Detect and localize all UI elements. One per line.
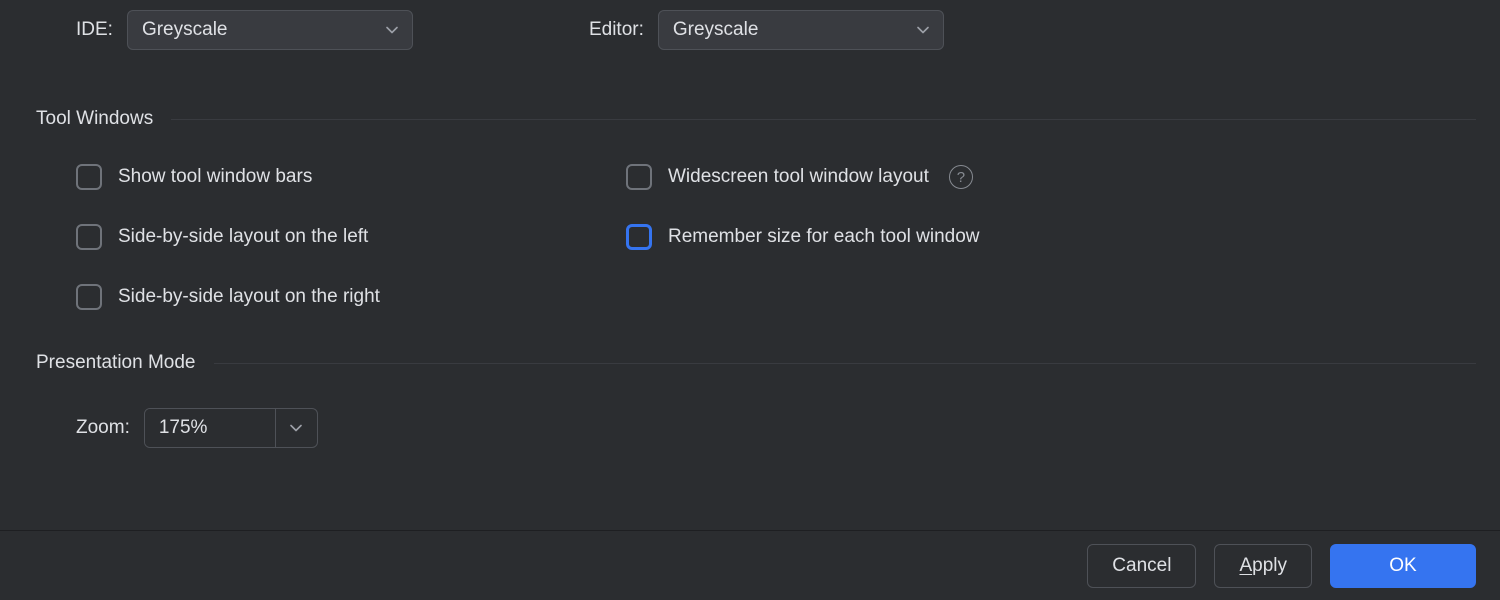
show-tool-window-bars-checkbox[interactable]: Show tool window bars: [76, 164, 626, 190]
button-label: Cancel: [1112, 555, 1171, 577]
checkbox-label: Side-by-side layout on the left: [118, 226, 368, 248]
zoom-input[interactable]: 175%: [145, 409, 275, 447]
button-label: OK: [1389, 555, 1416, 577]
button-label: Apply: [1239, 555, 1287, 577]
dialog-footer: Cancel Apply OK: [0, 530, 1500, 600]
cancel-button[interactable]: Cancel: [1087, 544, 1196, 588]
help-icon[interactable]: ?: [949, 165, 973, 189]
ok-button[interactable]: OK: [1330, 544, 1476, 588]
checkbox-icon: [626, 164, 652, 190]
ide-label: IDE:: [76, 19, 113, 41]
remember-size-checkbox[interactable]: Remember size for each tool window: [626, 224, 980, 250]
checkbox-icon: [626, 224, 652, 250]
zoom-label: Zoom:: [76, 417, 130, 439]
ide-select-value: Greyscale: [142, 19, 228, 41]
presentation-mode-title: Presentation Mode: [36, 352, 196, 374]
chevron-down-icon: [288, 420, 304, 436]
editor-select-value: Greyscale: [673, 19, 759, 41]
zoom-combo[interactable]: 175%: [144, 408, 318, 448]
zoom-value: 175%: [159, 417, 208, 439]
checkbox-label: Remember size for each tool window: [668, 226, 980, 248]
checkbox-icon: [76, 224, 102, 250]
ide-select[interactable]: Greyscale: [127, 10, 413, 50]
checkbox-icon: [76, 284, 102, 310]
side-by-side-left-checkbox[interactable]: Side-by-side layout on the left: [76, 224, 626, 250]
checkbox-label: Side-by-side layout on the right: [118, 286, 380, 308]
editor-select[interactable]: Greyscale: [658, 10, 944, 50]
tool-windows-title: Tool Windows: [36, 108, 153, 130]
chevron-down-icon: [915, 22, 931, 38]
checkbox-label: Show tool window bars: [118, 166, 312, 188]
side-by-side-right-checkbox[interactable]: Side-by-side layout on the right: [76, 284, 626, 310]
apply-button[interactable]: Apply: [1214, 544, 1312, 588]
divider: [214, 363, 1477, 364]
editor-label: Editor:: [589, 19, 644, 41]
widescreen-layout-checkbox[interactable]: Widescreen tool window layout ?: [626, 164, 980, 190]
chevron-down-icon: [384, 22, 400, 38]
divider: [171, 119, 1476, 120]
checkbox-label: Widescreen tool window layout: [668, 166, 929, 188]
checkbox-icon: [76, 164, 102, 190]
zoom-dropdown-button[interactable]: [275, 409, 317, 447]
